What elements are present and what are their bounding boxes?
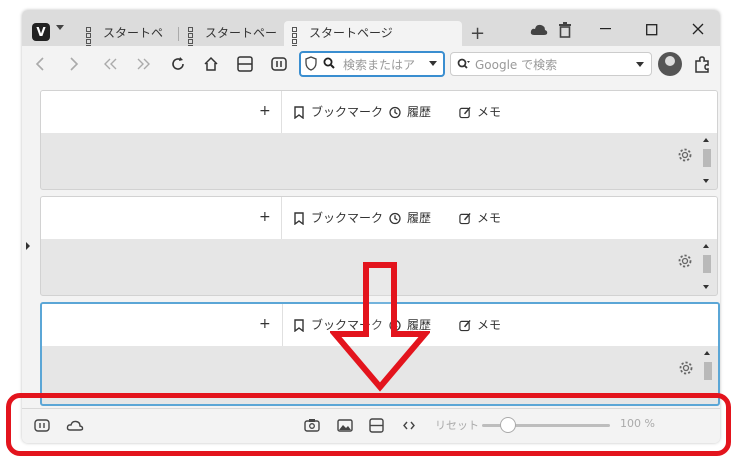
annotation-highlight-box <box>6 393 731 456</box>
notes-button[interactable]: メモ <box>459 316 501 333</box>
edit-note-icon <box>459 106 471 119</box>
settings-gear-icon[interactable] <box>678 360 694 376</box>
tab-bar: V スタートページ スタートページ スタートページ + <box>22 10 720 65</box>
tab-start-page-1[interactable]: スタートページ <box>78 21 174 65</box>
home-icon[interactable] <box>203 56 219 72</box>
notes-label: メモ <box>477 211 502 225</box>
tab-divider <box>178 27 179 41</box>
maximize-button[interactable] <box>646 22 658 40</box>
start-page-icon <box>292 27 303 50</box>
tile-pane-1: + ブックマーク 履歴 メモ <box>40 90 718 190</box>
header-divider <box>281 91 282 133</box>
profile-avatar[interactable] <box>658 52 682 76</box>
address-dropdown-icon[interactable] <box>429 61 437 66</box>
notes-label: メモ <box>477 318 502 332</box>
start-page-header: + ブックマーク 履歴 メモ <box>41 91 717 133</box>
back-icon[interactable] <box>34 56 46 72</box>
bookmark-icon <box>294 319 304 332</box>
settings-gear-icon[interactable] <box>677 147 693 163</box>
annotation-down-arrow <box>330 262 430 392</box>
notes-button[interactable]: メモ <box>459 209 501 226</box>
split-horizontal-icon[interactable] <box>237 56 253 72</box>
panel-toggle-icon[interactable] <box>271 57 287 71</box>
add-speed-dial-button[interactable]: + <box>259 316 271 332</box>
search-engine-icon[interactable] <box>457 58 471 70</box>
close-window-button[interactable] <box>692 21 704 39</box>
scroll-up-arrow[interactable] <box>704 351 710 355</box>
pane-scrollbar[interactable] <box>701 133 713 189</box>
history-label: 履歴 <box>407 211 432 225</box>
search-placeholder: Google で検索 <box>475 58 558 72</box>
bookmark-icon <box>294 212 304 225</box>
bookmark-icon <box>294 106 304 119</box>
fast-forward-icon[interactable] <box>136 56 152 72</box>
bookmarks-button[interactable]: ブックマーク <box>293 209 383 226</box>
header-divider <box>282 304 283 346</box>
tab-start-page-3-active[interactable]: スタートページ <box>284 21 462 50</box>
scroll-up-arrow[interactable] <box>703 138 709 142</box>
forward-icon[interactable] <box>68 56 80 72</box>
scroll-down-arrow[interactable] <box>703 179 709 183</box>
tab-label: スタートページ <box>309 26 393 40</box>
search-dropdown-icon[interactable] <box>636 62 644 67</box>
reload-icon[interactable] <box>170 56 186 72</box>
edit-note-icon <box>459 212 471 225</box>
history-button[interactable]: 履歴 <box>389 103 431 120</box>
shield-icon[interactable] <box>305 56 317 71</box>
edit-note-icon <box>459 319 471 332</box>
scroll-thumb[interactable] <box>703 149 711 167</box>
address-field[interactable]: 検索またはア <box>299 51 445 77</box>
address-toolbar: 検索またはア Google で検索 <box>22 46 720 86</box>
scroll-thumb[interactable] <box>703 255 711 273</box>
tab-start-page-2[interactable]: スタートページ <box>180 21 280 65</box>
header-divider <box>281 197 282 239</box>
scroll-down-arrow[interactable] <box>703 285 709 289</box>
add-speed-dial-button[interactable]: + <box>259 209 271 225</box>
scroll-thumb[interactable] <box>704 362 712 380</box>
add-speed-dial-button[interactable]: + <box>259 103 271 119</box>
bookmarks-label: ブックマーク <box>311 211 384 225</box>
pane-scrollbar[interactable] <box>701 239 713 295</box>
rewind-icon[interactable] <box>102 56 118 72</box>
extensions-puzzle-icon[interactable] <box>693 55 711 73</box>
settings-gear-icon[interactable] <box>677 253 693 269</box>
start-page-icon <box>86 27 97 50</box>
menu-chevron-icon[interactable] <box>56 25 64 30</box>
history-label: 履歴 <box>407 105 432 119</box>
start-page-header: + ブックマーク 履歴 メモ <box>41 197 717 239</box>
notes-button[interactable]: メモ <box>459 103 501 120</box>
clock-icon <box>389 212 401 225</box>
trash-icon[interactable] <box>558 22 572 42</box>
side-panel-toggle[interactable] <box>26 242 30 250</box>
clock-icon <box>389 106 401 119</box>
bookmarks-button[interactable]: ブックマーク <box>293 103 383 120</box>
scroll-up-arrow[interactable] <box>703 244 709 248</box>
vivaldi-menu-button[interactable]: V <box>32 23 50 41</box>
new-tab-button[interactable]: + <box>470 23 485 44</box>
notes-label: メモ <box>477 105 502 119</box>
search-field[interactable]: Google で検索 <box>450 52 652 76</box>
history-button[interactable]: 履歴 <box>389 209 431 226</box>
search-icon <box>323 57 335 69</box>
sync-cloud-icon[interactable] <box>530 23 548 41</box>
address-placeholder: 検索またはア <box>343 58 416 72</box>
bookmarks-label: ブックマーク <box>311 105 384 119</box>
start-page-icon <box>188 27 199 50</box>
minimize-button[interactable] <box>600 21 612 39</box>
